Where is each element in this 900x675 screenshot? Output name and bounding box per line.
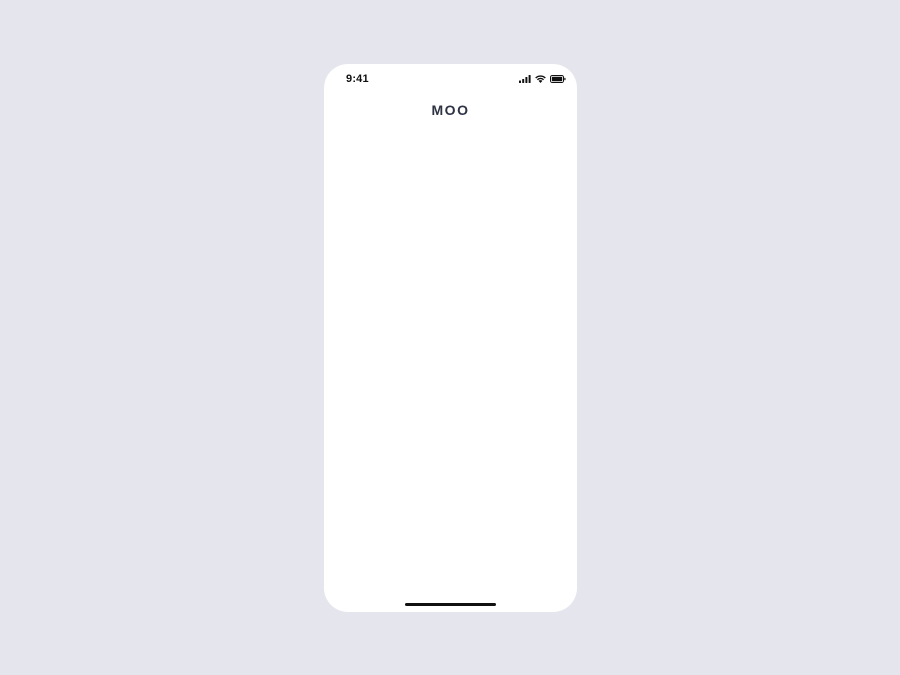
cellular-signal-icon [519,75,531,83]
wifi-icon [535,75,546,83]
battery-icon [550,75,566,83]
status-icons [519,74,566,84]
app-title: MOO [431,102,470,118]
home-indicator[interactable] [405,603,496,606]
status-bar: 9:41 [324,64,577,94]
status-time: 9:41 [346,73,369,85]
phone-screen: 9:41 MOO [324,64,577,612]
